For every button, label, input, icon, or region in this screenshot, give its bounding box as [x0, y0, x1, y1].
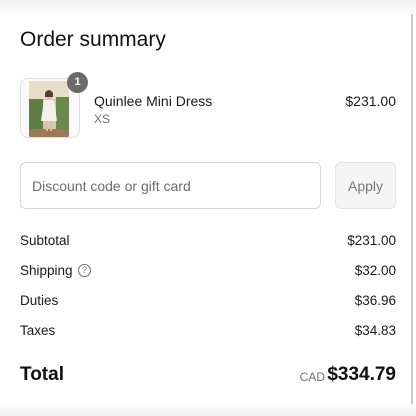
product-variant: XS [94, 112, 111, 126]
discount-code-input[interactable] [20, 162, 321, 209]
shipping-label: Shipping [20, 263, 73, 278]
subtotal-row: Subtotal $231.00 [20, 233, 396, 253]
scrollbar[interactable] [411, 14, 413, 404]
shipping-row: Shipping ? $32.00 [20, 263, 396, 283]
question-circle-icon[interactable]: ? [78, 264, 91, 277]
total-row: Total CAD $334.79 [20, 362, 396, 388]
product-photo [29, 81, 69, 137]
duties-label: Duties [20, 293, 59, 308]
total-value: $334.79 [327, 364, 396, 385]
taxes-label: Taxes [20, 323, 56, 338]
currency-code: CAD [299, 370, 325, 384]
taxes-value: $34.83 [354, 323, 396, 338]
product-thumbnail: 1 [20, 72, 88, 138]
subtotal-label: Subtotal [20, 233, 70, 248]
product-name: Quinlee Mini Dress [94, 93, 213, 109]
taxes-row: Taxes $34.83 [20, 323, 396, 343]
top-edge [0, 0, 416, 16]
duties-value: $36.96 [354, 293, 396, 308]
quantity-badge: 1 [67, 72, 88, 93]
product-price: $231.00 [345, 93, 396, 109]
page-title: Order summary [20, 28, 166, 51]
line-item: 1 Quinlee Mini Dress XS $231.00 [20, 72, 396, 138]
total-label: Total [20, 364, 64, 385]
subtotal-value: $231.00 [347, 233, 396, 248]
bottom-edge [0, 404, 416, 416]
duties-row: Duties $36.96 [20, 293, 396, 313]
apply-button[interactable]: Apply [335, 162, 396, 209]
shipping-value: $32.00 [354, 263, 396, 278]
